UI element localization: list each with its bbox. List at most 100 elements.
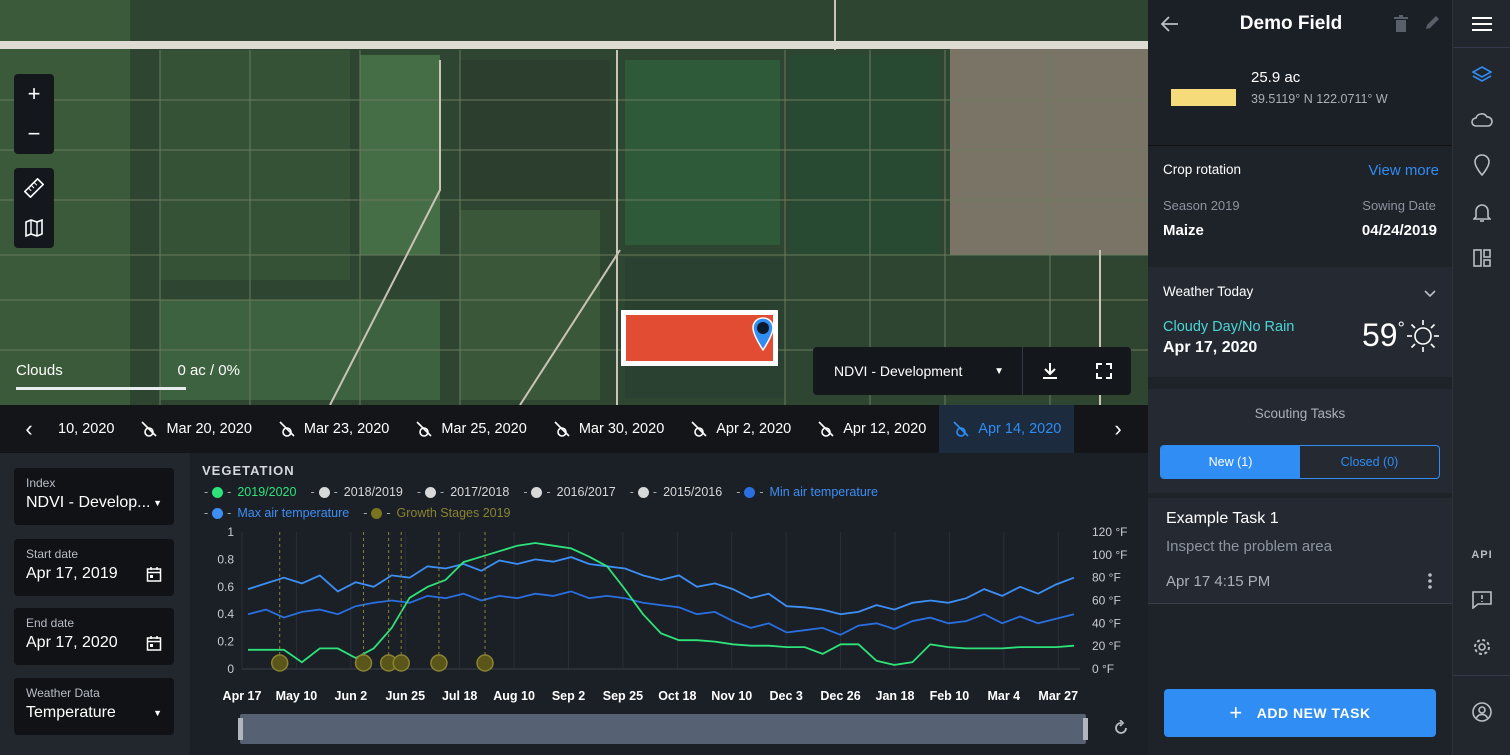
download-button[interactable] [1023,347,1077,395]
tab-closed-tasks[interactable]: Closed (0) [1300,446,1439,478]
nav-dashboard[interactable] [1453,238,1510,278]
range-handle-left[interactable] [238,718,243,740]
zoom-out-button[interactable]: − [14,114,54,154]
nav-weather[interactable] [1453,100,1510,140]
start-date-field[interactable]: Start date Apr 17, 2019 [14,539,174,596]
tab-new-tasks[interactable]: New (1) [1161,446,1300,478]
field-coordinates: 39.5119° N 122.0711° W [1251,92,1388,106]
dates-prev-button[interactable]: ‹ [0,405,58,453]
growth-stage-marker [392,654,410,672]
map-icon [25,218,43,238]
scouting-tasks-card: Scouting Tasks New (1) Closed (0) [1148,389,1452,493]
x-tick-label: Sep 25 [603,689,643,703]
calendar-icon [146,567,162,582]
nav-fields[interactable] [1453,145,1510,185]
layer-select-value: NDVI - Development [834,363,963,379]
date-range-scrubber[interactable] [238,714,1088,744]
degree-symbol: ° [1397,318,1405,339]
date-label: Apr 14, 2020 [978,421,1062,437]
start-date-label: Start date [26,547,79,561]
image-dates-strip: ‹ 10, 2020 Mar 20, 2020 Mar 23, 2020 Mar… [0,405,1148,453]
weather-temperature: 59° [1362,317,1405,354]
view-more-link[interactable]: View more [1368,162,1439,179]
x-tick-label: Sep 2 [552,689,585,703]
satellite-map[interactable]: + − Clouds 0 ac / 0% NDVI - Development … [0,0,1148,405]
sun-icon [1406,319,1440,358]
nav-api[interactable]: API [1453,535,1510,575]
map-pin-icon [752,317,774,352]
field-marker[interactable] [752,317,774,356]
weather-data-value: Temperature [26,704,116,721]
date-item[interactable]: Mar 30, 2020 [540,405,677,453]
date-item-selected[interactable]: Apr 14, 2020 [939,405,1075,453]
date-label: Mar 25, 2020 [441,421,527,437]
field-name: Demo Field [1239,13,1343,34]
cloud-icon [1471,113,1493,127]
weather-condition: Cloudy Day/No Rain [1163,319,1295,335]
task-title: Example Task 1 [1166,510,1279,527]
x-tick-label: Jan 18 [876,689,915,703]
delete-field-button[interactable] [1394,15,1408,38]
y-left-tick-label: 0.6 [217,580,234,594]
add-task-label: ADD NEW TASK [1256,705,1371,721]
ruler-icon [24,178,44,198]
field-header: Demo Field 25.9 ac 39.5119° N 122.0711° … [1148,0,1452,146]
caret-down-icon: ▼ [153,498,162,508]
reset-range-button[interactable] [1110,717,1132,739]
date-item[interactable]: Mar 23, 2020 [265,405,402,453]
fullscreen-button[interactable] [1077,347,1131,395]
bell-icon [1473,204,1491,222]
date-item[interactable]: Mar 20, 2020 [127,405,264,453]
edit-field-button[interactable] [1424,15,1440,36]
weather-data-select[interactable]: Weather Data Temperature ▼ [14,678,174,735]
caret-down-icon: ▼ [153,708,162,718]
task-list-item[interactable]: Example Task 1 Inspect the problem area … [1148,498,1452,604]
calendar-icon [146,636,162,651]
nav-feedback[interactable] [1453,580,1510,620]
task-menu-button[interactable] [1428,572,1432,595]
nav-layers[interactable] [1453,55,1510,95]
growth-stage-marker [476,654,494,672]
scouting-title: Scouting Tasks [1254,406,1346,421]
chevron-down-icon [1424,290,1436,298]
satellite-icon [818,421,834,437]
date-label: Apr 12, 2020 [843,421,927,437]
date-label: 10, 2020 [58,421,115,437]
zoom-in-button[interactable]: + [14,74,54,114]
task-description: Inspect the problem area [1166,538,1332,555]
dates-next-button[interactable]: › [1088,405,1148,453]
app-nav-bar: API [1452,0,1510,755]
task-tabs: New (1) Closed (0) [1160,445,1440,479]
nav-settings[interactable] [1453,627,1510,667]
temperature-value: 59 [1362,317,1398,353]
field-area: 25.9 ac [1251,69,1301,86]
ruler-button[interactable] [14,168,54,208]
date-item[interactable]: Mar 25, 2020 [402,405,539,453]
date-item[interactable]: 10, 2020 [58,405,127,453]
satellite-icon [279,421,295,437]
index-select[interactable]: Index NDVI - Develop... ▼ [14,468,174,525]
date-item[interactable]: Apr 12, 2020 [804,405,939,453]
y-right-tick-label: 0 °F [1092,662,1114,676]
weather-date: Apr 17, 2020 [1163,339,1258,356]
menu-button[interactable] [1453,4,1510,44]
add-task-button[interactable]: + ADD NEW TASK [1164,689,1436,737]
range-handle-right[interactable] [1083,718,1088,740]
fullscreen-icon [1096,363,1112,379]
weather-collapse-button[interactable] [1424,285,1436,303]
date-item[interactable]: Apr 2, 2020 [677,405,804,453]
layer-select[interactable]: NDVI - Development ▼ [813,347,1023,395]
end-date-field[interactable]: End date Apr 17, 2020 [14,608,174,665]
growth-stage-marker [270,654,289,672]
nav-account[interactable] [1453,692,1510,732]
x-tick-label: Feb 10 [930,689,970,703]
y-left-tick-label: 0.4 [217,607,234,621]
season-crop: Maize [1163,222,1204,239]
vegetation-chart: VEGETATION - -2019/2020- -2018/2019- -2017/… [190,453,1148,755]
weather-data-label: Weather Data [26,686,100,700]
nav-notifications[interactable] [1453,192,1510,232]
clouds-indicator: Clouds 0 ac / 0% [16,362,240,390]
y-right-tick-label: 120 °F [1092,525,1127,539]
map-style-button[interactable] [14,208,54,248]
y-left-tick-label: 1 [227,525,234,539]
